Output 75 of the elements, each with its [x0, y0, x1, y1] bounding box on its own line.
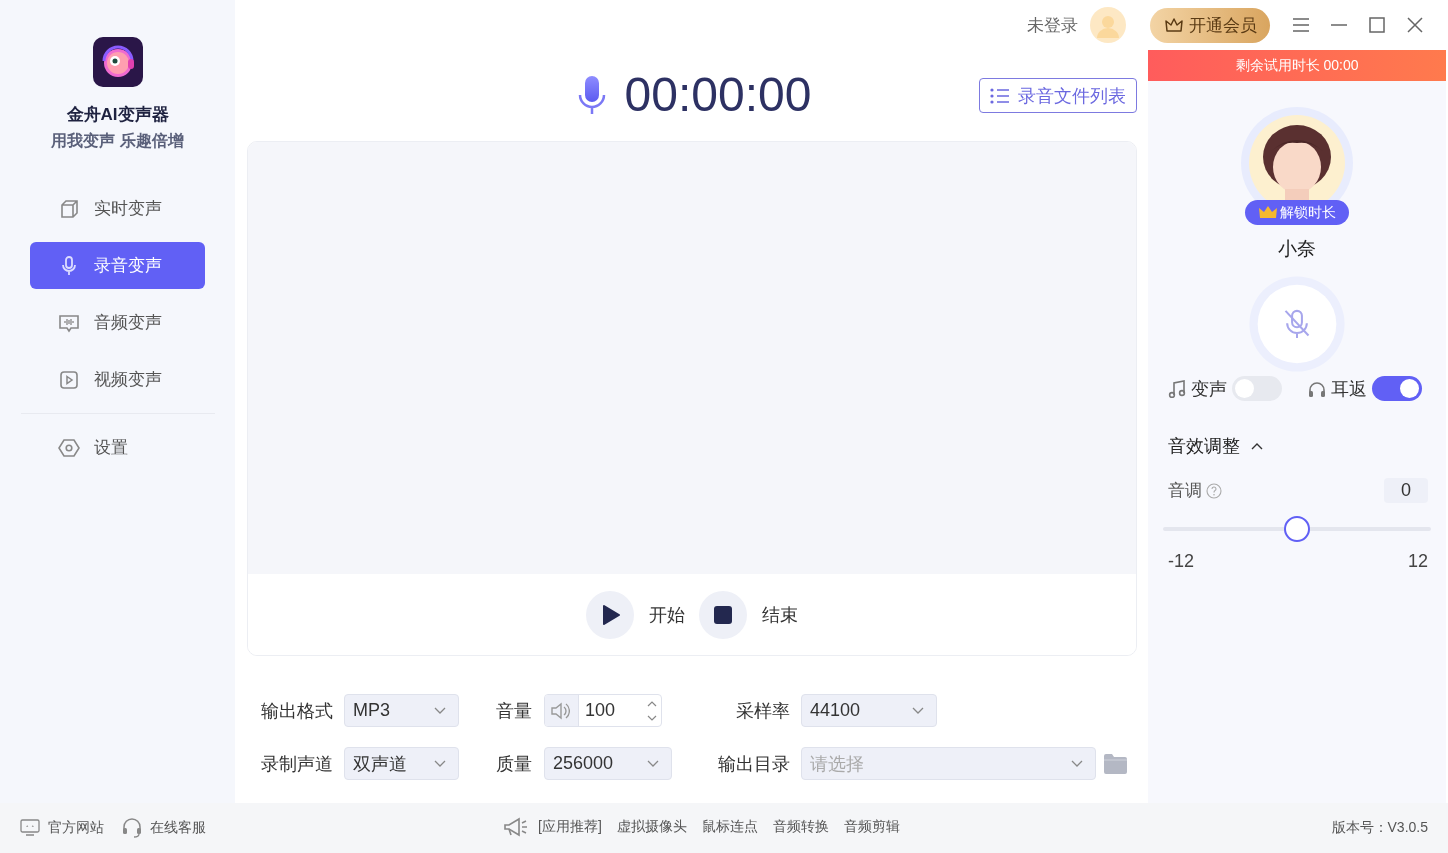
- dropdown[interactable]: 256000: [544, 747, 672, 780]
- volume-spinner[interactable]: 100: [544, 694, 662, 727]
- close-icon: [1406, 16, 1424, 34]
- field-label: 输出格式: [261, 699, 334, 723]
- headset-icon: [122, 818, 142, 838]
- list-icon: [990, 87, 1010, 104]
- slider-max-label: 12: [1407, 551, 1428, 572]
- nav-item[interactable]: 视频变声: [30, 356, 205, 403]
- chevron-up-icon: [1251, 442, 1263, 450]
- crown-icon: [1163, 16, 1184, 34]
- file-list-button[interactable]: 录音文件列表: [979, 78, 1137, 113]
- app-logo-icon: [92, 37, 143, 87]
- field-label: 输出目录: [718, 752, 790, 776]
- dropdown[interactable]: MP3: [344, 694, 459, 727]
- toggle-label: 变声: [1191, 377, 1227, 401]
- play-icon: [586, 590, 634, 639]
- nav-item[interactable]: 设置: [30, 424, 205, 471]
- promo-link[interactable]: 鼠标连点: [701, 818, 758, 836]
- crown-icon: [1258, 205, 1277, 220]
- footer-link[interactable]: 官方网站: [20, 818, 104, 838]
- trial-banner: 剩余试用时长 00:00: [1148, 50, 1446, 81]
- speaker-icon: [549, 701, 570, 720]
- help-icon: [1206, 482, 1222, 499]
- dropdown[interactable]: 44100: [801, 694, 937, 727]
- promo-label: [应用推荐]: [538, 818, 602, 836]
- slider-thumb[interactable]: [1284, 516, 1310, 542]
- menu-icon: [1292, 16, 1310, 34]
- play-icon: [58, 368, 80, 391]
- chevron-down-icon: [647, 760, 659, 767]
- nav-item[interactable]: 实时变声: [30, 185, 205, 232]
- maximize-icon: [1368, 16, 1386, 34]
- voice-name: 小奈: [1278, 237, 1316, 261]
- folder-icon: [1103, 752, 1128, 775]
- version-label: 版本号：V3.0.5: [1331, 819, 1428, 837]
- music-note-icon: [1168, 379, 1186, 398]
- pitch-label: 音调: [1168, 480, 1202, 502]
- field-label: 音量: [496, 699, 533, 723]
- nav-item[interactable]: 音频变声: [30, 299, 205, 346]
- stop-icon: [699, 590, 747, 639]
- effects-section-header[interactable]: 音效调整: [1168, 434, 1263, 458]
- vip-button[interactable]: 开通会员: [1150, 7, 1270, 43]
- user-avatar-icon: [1090, 7, 1126, 43]
- promo-link[interactable]: 音频转换: [772, 818, 829, 836]
- chevron-down-icon: [912, 707, 924, 714]
- toggle-switch[interactable]: [1372, 376, 1422, 401]
- monitor-icon: [20, 818, 40, 838]
- megaphone-icon: [503, 817, 529, 837]
- field-label: 采样率: [736, 699, 790, 723]
- cube-icon: [58, 197, 80, 220]
- field-label: 质量: [496, 752, 533, 776]
- microphone-icon: [576, 74, 607, 115]
- promo-link[interactable]: 虚拟摄像头: [616, 818, 687, 836]
- hexagon-icon: [58, 436, 80, 459]
- minimize-icon: [1330, 24, 1348, 26]
- recording-timer: 00:00:00: [624, 67, 812, 122]
- slider-min-label: -12: [1168, 551, 1194, 572]
- promo-link[interactable]: 音频剪辑: [843, 818, 900, 836]
- toggle-switch[interactable]: [1232, 376, 1282, 401]
- chevron-down-icon: [434, 707, 446, 714]
- nav-item[interactable]: 录音变声: [30, 242, 205, 289]
- app-slogan: 用我变声 乐趣倍增: [51, 131, 184, 151]
- field-label: 录制声道: [261, 752, 334, 776]
- app-name: 金舟AI变声器: [66, 104, 169, 126]
- footer-link[interactable]: 在线客服: [122, 818, 206, 838]
- toggle-label: 耳返: [1331, 377, 1367, 401]
- dropdown[interactable]: 双声道: [344, 747, 459, 780]
- login-status[interactable]: 未登录: [1027, 13, 1078, 37]
- chevron-down-icon: [1071, 760, 1083, 767]
- headphones-icon: [1308, 379, 1326, 398]
- play-button[interactable]: 开始: [586, 590, 685, 639]
- pitch-value: 0: [1384, 478, 1428, 503]
- stepper-arrows-icon: [647, 699, 657, 722]
- stop-button[interactable]: 结束: [699, 590, 798, 639]
- unlock-badge[interactable]: 解锁时长: [1245, 200, 1349, 225]
- chevron-down-icon: [434, 760, 446, 767]
